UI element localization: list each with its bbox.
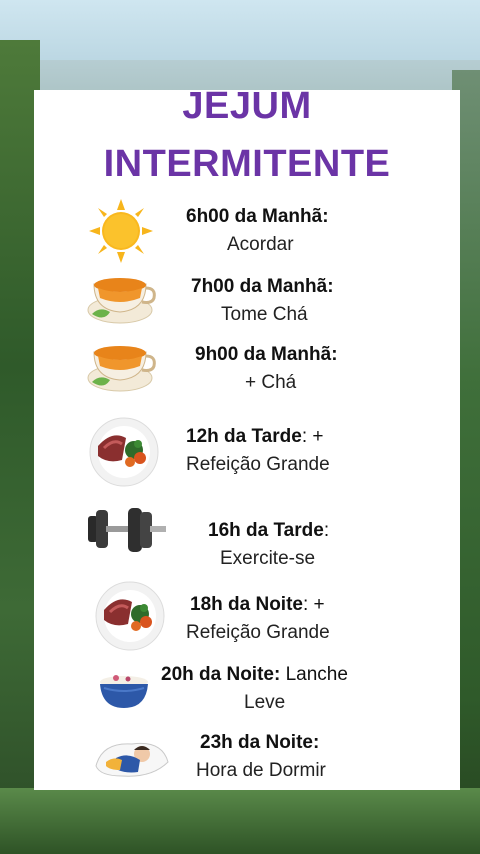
time-label: 7h00 da Manhã: xyxy=(191,276,334,297)
title-line-1: JEJUM xyxy=(182,85,312,127)
sleeping-person-icon xyxy=(95,742,169,777)
schedule-row: 16h da Tarde: Exercite-se xyxy=(34,504,460,574)
schedule-card: ‹ JEJUM INTERMITENTE 6h00 da Manhã: Acor… xyxy=(34,86,460,790)
time-label: 6h00 da Manhã: xyxy=(186,206,329,227)
schedule-row: 6h00 da Manhã: Acordar xyxy=(34,196,460,266)
schedule-row: 18h da Noite: + Refeição Grande xyxy=(34,580,460,651)
time-label: 12h da Tarde: + xyxy=(186,426,324,447)
schedule-row: 23h da Noite: Hora de Dormir xyxy=(34,728,460,798)
tea-cup-icon xyxy=(87,278,156,324)
activity-label: Refeição Grande xyxy=(186,454,330,475)
title-line-2: INTERMITENTE xyxy=(103,143,391,185)
activity-label: Tome Chá xyxy=(221,304,308,325)
snack-bowl-icon xyxy=(100,675,148,708)
activity-label: Refeição Grande xyxy=(186,622,330,643)
sun-icon xyxy=(89,199,153,263)
activity-label: + Chá xyxy=(245,372,297,393)
dumbbell-icon xyxy=(88,508,166,552)
schedule-row: 12h da Tarde: + Refeição Grande xyxy=(34,414,460,487)
time-label: 16h da Tarde: xyxy=(208,520,330,541)
activity-label: Leve xyxy=(244,692,286,713)
meal-plate-icon xyxy=(89,417,159,487)
schedule-row: 7h00 da Manhã: Tome Chá xyxy=(34,266,460,336)
schedule-row: 9h00 da Manhã: + Chá xyxy=(34,334,460,404)
activity-label: Hora de Dormir xyxy=(196,760,326,781)
time-label: 18h da Noite: + xyxy=(190,594,325,615)
meal-plate-icon xyxy=(95,581,165,651)
tea-cup-icon xyxy=(87,346,156,392)
activity-label: Exercite-se xyxy=(220,548,316,569)
time-label: 9h00 da Manhã: xyxy=(195,344,338,365)
schedule-row: 20h da Noite: Lanche Leve xyxy=(34,664,460,734)
time-label: 23h da Noite: xyxy=(200,732,320,753)
activity-label: Acordar xyxy=(227,234,294,255)
time-label: 20h da Noite: Lanche xyxy=(161,664,348,685)
